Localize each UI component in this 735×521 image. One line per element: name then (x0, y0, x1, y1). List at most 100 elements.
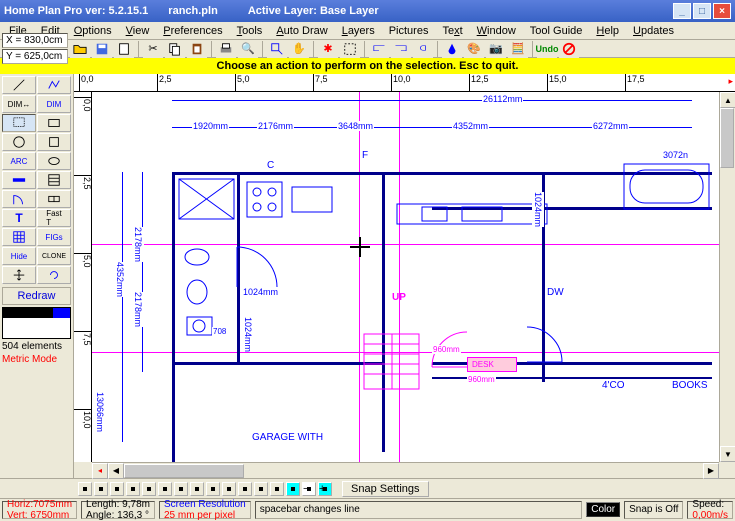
paste-icon[interactable] (187, 40, 207, 58)
tool-polyline[interactable] (37, 76, 71, 94)
menu-updates[interactable]: Updates (628, 24, 679, 38)
select-icon[interactable] (340, 40, 360, 58)
color-swatch[interactable] (20, 328, 37, 338)
align-right-icon[interactable]: ⫏ (413, 40, 433, 58)
color-swatch[interactable] (20, 308, 37, 318)
tool-grid[interactable] (2, 228, 36, 246)
camera-icon[interactable]: 📷 (486, 40, 506, 58)
active-layer: Active Layer: Base Layer (248, 5, 379, 17)
maximize-button[interactable]: □ (693, 3, 711, 19)
tool-figs[interactable]: FIGs (37, 228, 71, 246)
snap-point[interactable] (142, 482, 156, 496)
color-swatch[interactable] (3, 328, 20, 338)
scrollbar-vertical[interactable]: ▲ ▼ (719, 92, 735, 462)
menu-options[interactable]: Options (69, 24, 117, 38)
color-swatch[interactable] (20, 318, 37, 328)
wand-icon[interactable]: ✱ (318, 40, 338, 58)
zoom-icon[interactable] (267, 40, 287, 58)
hand-icon[interactable]: ✋ (289, 40, 309, 58)
tool-rotate[interactable] (37, 266, 71, 284)
menu-window[interactable]: Window (472, 24, 521, 38)
new-icon[interactable] (114, 40, 134, 58)
cut-icon[interactable]: ✂ (143, 40, 163, 58)
snap-point[interactable] (238, 482, 252, 496)
align-center-icon[interactable]: ⫎ (391, 40, 411, 58)
tool-rect[interactable] (37, 114, 71, 132)
snap-point[interactable] (94, 482, 108, 496)
menu-preferences[interactable]: Preferences (158, 24, 227, 38)
menu-layers[interactable]: Layers (337, 24, 380, 38)
snap-point[interactable] (110, 482, 124, 496)
drawing-canvas[interactable]: 26112mm 1920mm 2176mm 3648mm 4352mm 6272… (92, 92, 719, 462)
scrollbar-horizontal[interactable]: ◂ ◀ ▶ (92, 462, 719, 478)
menu-text[interactable]: Text (437, 24, 467, 38)
tool-line[interactable] (2, 76, 36, 94)
preview-icon[interactable]: 🔍 (238, 40, 258, 58)
snap-point[interactable] (270, 482, 284, 496)
tool-select[interactable] (2, 114, 36, 132)
app-title: Home Plan Pro ver: 5.2.15.1 (4, 5, 148, 17)
color-swatch[interactable] (53, 328, 70, 338)
snap-point[interactable] (158, 482, 172, 496)
tool-window[interactable] (37, 190, 71, 208)
stairs (362, 332, 422, 392)
tool-hide[interactable]: Hide (2, 247, 36, 265)
calc-icon[interactable]: 🧮 (508, 40, 528, 58)
tool-hatch[interactable] (37, 171, 71, 189)
copy-icon[interactable] (165, 40, 185, 58)
tool-ellipse[interactable] (37, 152, 71, 170)
color-swatch[interactable] (3, 318, 20, 328)
snap-settings-button[interactable]: Snap Settings (342, 481, 429, 497)
status-snap: Snap is Off (624, 501, 683, 519)
menu-autodraw[interactable]: Auto Draw (271, 24, 332, 38)
snap-point[interactable] (126, 482, 140, 496)
color-swatch[interactable] (3, 308, 20, 318)
snap-point[interactable] (190, 482, 204, 496)
tool-dim2[interactable]: DIM (37, 95, 71, 113)
color-swatch[interactable] (37, 328, 54, 338)
ruler-arrow-icon[interactable]: ▸ (728, 76, 733, 87)
tool-clone[interactable]: CLONE (37, 247, 71, 265)
snap-bar: − + Snap Settings (0, 478, 735, 498)
snap-minus[interactable]: − (302, 482, 316, 496)
tool-dim[interactable]: DIM↔ (2, 95, 36, 113)
color-swatch[interactable] (37, 308, 54, 318)
tool-square[interactable] (37, 133, 71, 151)
close-button[interactable]: × (713, 3, 731, 19)
tool-circle[interactable] (2, 133, 36, 151)
tool-arc[interactable]: ARC (2, 152, 36, 170)
snap-point[interactable] (254, 482, 268, 496)
tool-move[interactable] (2, 266, 36, 284)
menu-pictures[interactable]: Pictures (384, 24, 434, 38)
save-icon[interactable] (92, 40, 112, 58)
metric-mode: Metric Mode (0, 353, 73, 366)
snap-point[interactable] (174, 482, 188, 496)
tool-wall[interactable] (2, 171, 36, 189)
open-icon[interactable] (70, 40, 90, 58)
tool-fast[interactable]: FastT (37, 209, 71, 227)
drop-icon[interactable] (442, 40, 462, 58)
cancel-icon[interactable] (559, 40, 579, 58)
menu-help[interactable]: Help (591, 24, 624, 38)
snap-point[interactable] (286, 482, 300, 496)
color-button[interactable]: Color (586, 502, 620, 517)
print-icon[interactable] (216, 40, 236, 58)
snap-plus[interactable]: + (318, 482, 332, 496)
menu-toolguide[interactable]: Tool Guide (525, 24, 588, 38)
redraw-button[interactable]: Redraw (2, 287, 71, 305)
align-left-icon[interactable]: ⫍ (369, 40, 389, 58)
snap-point[interactable] (206, 482, 220, 496)
menu-tools[interactable]: Tools (232, 24, 268, 38)
color-swatch[interactable] (53, 318, 70, 328)
snap-point[interactable] (78, 482, 92, 496)
menu-view[interactable]: View (121, 24, 155, 38)
tool-door[interactable] (2, 190, 36, 208)
snap-point[interactable] (222, 482, 236, 496)
color-swatch[interactable] (37, 318, 54, 328)
color-palette[interactable] (2, 307, 71, 339)
palette-icon[interactable]: 🎨 (464, 40, 484, 58)
minimize-button[interactable]: _ (673, 3, 691, 19)
undo-button[interactable]: Undo (537, 40, 557, 58)
color-swatch[interactable] (53, 308, 70, 318)
tool-text[interactable]: T (2, 209, 36, 227)
